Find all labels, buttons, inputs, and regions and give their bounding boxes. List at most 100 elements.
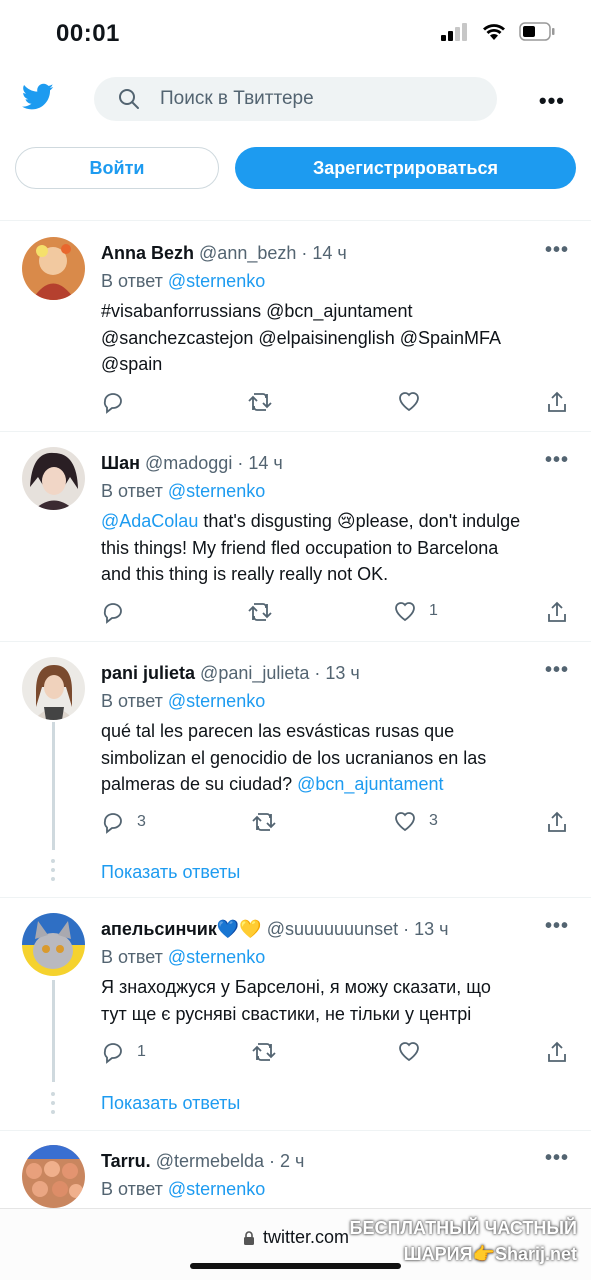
avatar[interactable] (22, 237, 85, 300)
like-button[interactable]: 3 (393, 810, 438, 832)
reply-button[interactable]: 1 (101, 1040, 146, 1064)
heart-icon (395, 812, 415, 832)
signup-button[interactable]: Зарегистрироваться (235, 147, 576, 189)
author-name[interactable]: Шан (101, 453, 140, 473)
tweet-header: pani julieta @pani_julieta · 13 ч (101, 663, 360, 684)
mention-link[interactable]: @bcn_ajuntament (297, 774, 443, 794)
retweet-button[interactable] (247, 390, 285, 414)
heart-icon (399, 1042, 419, 1062)
author-name[interactable]: pani julieta (101, 663, 195, 683)
share-button[interactable] (545, 810, 569, 834)
tweet-line: @AdaColau that's disgusting 😢please, don… (101, 508, 571, 535)
reply-icon (103, 813, 122, 834)
reply-to-link[interactable]: @sternenko (168, 947, 265, 967)
reply-button[interactable]: 3 (101, 810, 146, 834)
tweet-more-icon[interactable]: ••• (545, 915, 569, 938)
twitter-bird-icon[interactable] (22, 83, 54, 111)
divider (0, 897, 591, 898)
heart-icon (399, 392, 419, 412)
tweet-more-icon[interactable]: ••• (545, 659, 569, 682)
reply-prefix: В ответ (101, 691, 168, 711)
author-handle[interactable]: @ann_bezh · 14 ч (199, 243, 347, 263)
reply-context: В ответ @sternenko (101, 271, 265, 292)
retweet-icon (252, 813, 276, 831)
tweet-line-text: that's disgusting 😢please, don't indulge (198, 511, 521, 531)
tweet-header: Anna Bezh @ann_bezh · 14 ч (101, 243, 347, 264)
show-replies-link[interactable]: Показать ответы (101, 1093, 240, 1114)
wifi-icon (483, 24, 505, 40)
like-button[interactable] (397, 390, 433, 412)
thread-line (52, 722, 55, 850)
reply-count: 1 (137, 1043, 146, 1060)
reply-to-link[interactable]: @sternenko (168, 691, 265, 711)
tweet-actions: 1 (101, 600, 571, 630)
avatar[interactable] (22, 447, 85, 510)
avatar[interactable] (22, 913, 85, 976)
browser-bar: twitter.com БЕСПЛАТНЫЙ ЧАСТНЫЙ ШАРИЯ👉Sha… (0, 1208, 591, 1280)
tweet-actions: 3 3 (101, 810, 571, 840)
cellular-signal-icon (441, 22, 467, 41)
search-field[interactable]: Поиск в Твиттере (94, 77, 497, 121)
author-handle[interactable]: @termebelda · 2 ч (156, 1151, 305, 1171)
share-icon (548, 601, 566, 622)
tweet-line[interactable]: @sanchezcastejon @elpaisinenglish @Spain… (101, 325, 571, 352)
tweet-header: Tarru. @termebelda · 2 ч (101, 1151, 304, 1172)
author-name[interactable]: апельсинчик💙💛 (101, 919, 262, 939)
reply-context: В ответ @sternenko (101, 1179, 265, 1200)
login-button[interactable]: Войти (15, 147, 219, 189)
share-button[interactable] (545, 390, 569, 414)
address-bar[interactable]: twitter.com (243, 1227, 349, 1248)
author-name[interactable]: Tarru. (101, 1151, 151, 1171)
like-count: 3 (429, 812, 438, 829)
like-button[interactable] (397, 1040, 433, 1062)
reply-to-link[interactable]: @sternenko (168, 481, 265, 501)
reply-context: В ответ @sternenko (101, 691, 265, 712)
share-icon (548, 391, 566, 412)
url-text: twitter.com (263, 1227, 350, 1247)
reply-to-link[interactable]: @sternenko (168, 1179, 265, 1199)
home-indicator[interactable] (190, 1263, 401, 1269)
tweet-line: this things! My friend fled occupation t… (101, 537, 499, 558)
show-replies-link[interactable]: Показать ответы (101, 862, 240, 883)
tweet-text: @AdaColau that's disgusting 😢please, don… (101, 508, 571, 588)
search-icon (118, 88, 140, 110)
reply-prefix: В ответ (101, 481, 168, 501)
tweet-more-icon[interactable]: ••• (545, 1147, 569, 1170)
tweet-text: #visabanforrussians @bcn_ajuntament @san… (101, 298, 571, 378)
status-time: 00:01 (56, 20, 120, 47)
share-button[interactable] (545, 1040, 569, 1064)
thread-dots (51, 859, 55, 886)
top-bar: Поиск в Твиттере ••• (0, 70, 591, 130)
retweet-button[interactable] (251, 1040, 289, 1064)
author-handle[interactable]: @suuuuuuunset · 13 ч (267, 919, 449, 939)
reply-to-link[interactable]: @sternenko (168, 271, 265, 291)
divider (0, 641, 591, 642)
retweet-button[interactable] (247, 600, 285, 624)
avatar[interactable] (22, 1145, 85, 1208)
tweet-line[interactable]: #visabanforrussians @bcn_ajuntament (101, 298, 571, 325)
reply-button[interactable] (101, 600, 137, 624)
tweet-line[interactable]: @spain (101, 351, 571, 378)
like-button[interactable]: 1 (393, 600, 438, 622)
author-handle[interactable]: @madoggi · 14 ч (145, 453, 283, 473)
tweet-actions: 1 (101, 1040, 571, 1070)
mention-link[interactable]: @AdaColau (101, 511, 198, 531)
author-handle[interactable]: @pani_julieta · 13 ч (200, 663, 360, 683)
tweet-more-icon[interactable]: ••• (545, 449, 569, 472)
heart-icon (395, 602, 415, 622)
tweet-line: Я знаходжуся у Барселоні, я можу сказати… (101, 977, 491, 997)
reply-button[interactable] (101, 390, 137, 414)
share-button[interactable] (545, 600, 569, 624)
avatar[interactable] (22, 657, 85, 720)
share-icon (548, 811, 566, 832)
retweet-button[interactable] (251, 810, 289, 834)
search-placeholder: Поиск в Твиттере (160, 88, 314, 109)
tweet-text: qué tal les parecen las esvásticas rusas… (101, 718, 571, 798)
reply-context: В ответ @sternenko (101, 947, 265, 968)
reply-prefix: В ответ (101, 1179, 168, 1199)
tweet-more-icon[interactable]: ••• (545, 239, 569, 262)
more-options-icon[interactable]: ••• (539, 88, 565, 114)
retweet-icon (248, 393, 272, 411)
author-name[interactable]: Anna Bezh (101, 243, 194, 263)
tweet-header: апельсинчик💙💛 @suuuuuuunset · 13 ч (101, 919, 449, 940)
